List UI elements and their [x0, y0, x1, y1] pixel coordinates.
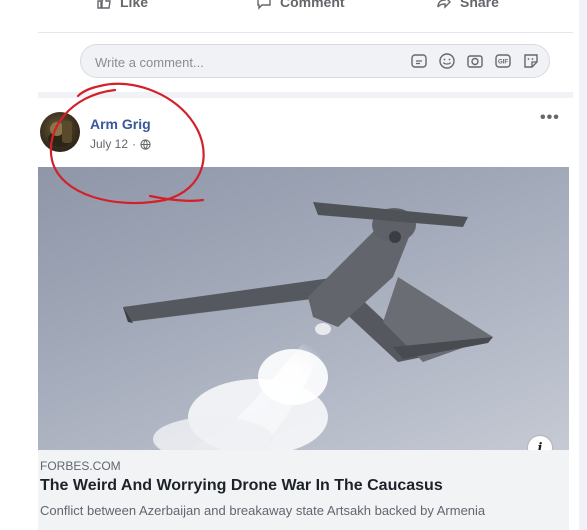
svg-text:GIF: GIF: [498, 60, 508, 66]
share-button[interactable]: Share: [436, 0, 499, 10]
avatar[interactable]: [40, 112, 80, 152]
link-domain: FORBES.COM: [40, 459, 121, 473]
emoji-icon[interactable]: [437, 51, 457, 71]
like-label: Like: [120, 0, 149, 10]
gif-icon[interactable]: GIF: [493, 51, 513, 71]
post-meta: July 12 ·: [90, 137, 151, 151]
post-separator: [38, 92, 573, 98]
camera-icon[interactable]: [465, 51, 485, 71]
page-gutter: [579, 0, 587, 530]
share-label: Share: [460, 0, 499, 10]
post-date[interactable]: July 12: [90, 137, 128, 151]
sticker-face-icon[interactable]: [521, 51, 541, 71]
link-title[interactable]: The Weird And Worrying Drone War In The …: [40, 477, 443, 495]
thumbs-up-icon: [97, 0, 111, 9]
comment-button[interactable]: Comment: [256, 0, 345, 10]
meta-separator: ·: [132, 137, 137, 151]
link-preview-image[interactable]: [38, 167, 569, 450]
comment-input[interactable]: [93, 45, 397, 79]
like-button[interactable]: Like: [96, 0, 148, 10]
share-arrow-icon: [437, 0, 451, 9]
sticker-icon[interactable]: [409, 51, 429, 71]
post-options-icon[interactable]: •••: [540, 109, 560, 127]
comment-label: Comment: [280, 0, 345, 10]
comment-box: GIF: [80, 44, 550, 79]
post-author-name[interactable]: Arm Grig: [90, 116, 151, 132]
comment-tools: GIF: [409, 51, 541, 71]
actions-divider: [38, 32, 573, 33]
post-actions-bar: Like Comment Share: [38, 0, 578, 28]
globe-icon: [140, 138, 151, 150]
comment-bubble-icon: [257, 0, 271, 10]
link-description: Conflict between Azerbaijan and breakawa…: [40, 503, 486, 518]
